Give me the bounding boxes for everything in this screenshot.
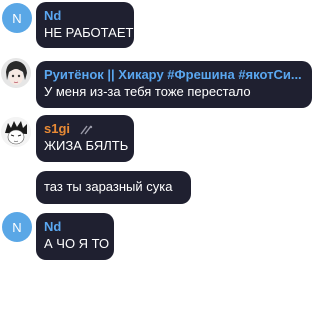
sender-name-text: s1gi <box>44 121 71 136</box>
message-text: таз ты заразный сука <box>44 179 173 194</box>
avatar-letter: N <box>12 219 22 235</box>
message-bubble[interactable]: таз ты заразный сука <box>36 171 191 204</box>
message-bubble[interactable]: Руитёнок || Хикару #Фрешина #якотСи... У… <box>36 61 312 108</box>
sender-name[interactable]: Nd <box>44 219 106 235</box>
slash-badge-icon <box>80 125 92 134</box>
anime-avatar-icon <box>1 58 31 88</box>
avatar-nd[interactable]: N <box>2 212 32 242</box>
avatar-s1gi[interactable] <box>1 117 31 147</box>
message-bubble[interactable]: s1gi ЖИЗА БЯЛТЬ <box>36 115 134 162</box>
avatar-nd[interactable]: N <box>2 3 32 33</box>
message-text: ЖИЗА БЯЛТЬ <box>44 138 129 153</box>
message-text: НЕ РАБОТАЕТ <box>44 25 134 40</box>
avatar-letter: N <box>12 10 22 26</box>
sender-name[interactable]: Nd <box>44 8 126 24</box>
sender-name[interactable]: s1gi <box>44 121 126 137</box>
message-text: А ЧО Я ТО <box>44 236 110 251</box>
message-text: У меня из-за тебя тоже перестало <box>44 84 251 99</box>
avatar-ruitenok[interactable] <box>1 58 31 88</box>
sketch-avatar-icon <box>1 117 31 147</box>
message-bubble[interactable]: Nd НЕ РАБОТАЕТ <box>36 2 134 48</box>
sender-name[interactable]: Руитёнок || Хикару #Фрешина #якотСи... <box>44 67 304 83</box>
message-bubble[interactable]: Nd А ЧО Я ТО <box>36 213 114 260</box>
